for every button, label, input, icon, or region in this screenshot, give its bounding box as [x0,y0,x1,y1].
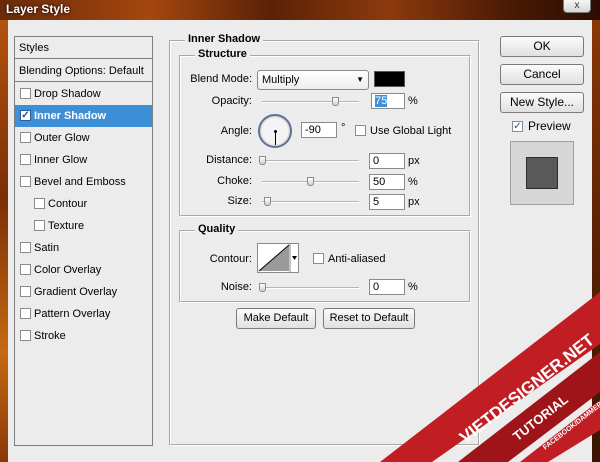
style-item-label: Outer Glow [34,132,90,144]
styles-header-label: Styles [19,42,49,54]
style-item-gradient-overlay[interactable]: Gradient Overlay [15,281,152,303]
style-item-checkbox[interactable] [34,220,45,231]
style-item-checkbox[interactable] [20,330,31,341]
anti-aliased-checkbox[interactable] [313,253,324,264]
opacity-label: Opacity: [211,95,252,107]
style-item-texture[interactable]: Texture [15,215,152,237]
opacity-slider-thumb[interactable] [332,97,339,106]
style-item-contour[interactable]: Contour [15,193,152,215]
window-title: Layer Style [6,2,71,16]
angle-input[interactable]: -90 [301,122,337,138]
watermark: VIETDESIGNER.NET TUTORIAL FACEBOOK/DAMME… [380,282,600,462]
use-global-light-label: Use Global Light [370,125,452,137]
contour-curve-icon [258,244,297,272]
angle-dial-needle [275,131,276,145]
style-item-checkbox[interactable] [20,286,31,297]
styles-header[interactable]: Styles [15,37,152,59]
opacity-value: 75 [375,95,388,107]
quality-title: Quality [195,223,239,235]
angle-dial[interactable] [258,114,292,148]
close-button[interactable]: x [563,0,591,13]
contour-label: Contour: [209,253,252,265]
style-item-label: Contour [48,198,88,210]
style-item-checkbox[interactable] [20,154,31,165]
choke-slider[interactable] [262,177,359,186]
shadow-color-swatch[interactable] [374,71,405,87]
style-item-stroke[interactable]: Stroke [15,325,152,347]
style-preview [510,141,574,205]
size-slider[interactable] [262,197,359,206]
distance-slider[interactable] [259,156,359,165]
style-item-label: Inner Glow [34,154,88,166]
style-item-checkbox[interactable] [20,242,31,253]
distance-unit: px [408,155,420,167]
distance-slider-thumb[interactable] [259,156,266,165]
choke-label: Choke: [217,175,252,187]
style-item-color-overlay[interactable]: Color Overlay [15,259,152,281]
distance-input[interactable]: 0 [369,153,405,169]
noise-slider-thumb[interactable] [259,283,266,292]
make-default-button[interactable]: Make Default [236,308,316,329]
size-unit: px [408,196,420,208]
angle-label: Angle: [220,125,252,137]
style-item-inner-glow[interactable]: Inner Glow [15,149,152,171]
style-item-checkbox[interactable] [34,198,45,209]
choke-unit: % [408,176,418,188]
anti-aliased-label: Anti-aliased [328,253,386,265]
style-item-label: Gradient Overlay [34,286,118,298]
opacity-input[interactable]: 75 [371,93,405,109]
noise-slider[interactable] [259,283,359,292]
style-item-checkbox[interactable] [20,264,31,275]
style-item-checkbox[interactable] [20,132,31,143]
size-label: Size: [227,195,252,207]
structure-title: Structure [195,48,250,60]
ok-button[interactable]: OK [500,36,584,57]
style-item-bevel-and-emboss[interactable]: Bevel and Emboss [15,171,152,193]
style-item-label: Inner Shadow [34,110,107,122]
style-item-label: Pattern Overlay [34,308,111,320]
use-global-light-checkbox[interactable] [355,125,366,136]
preview-checkbox[interactable]: ✓ [512,121,523,132]
preview-swatch [526,157,558,189]
blending-options-label: Blending Options: Default [19,65,144,77]
contour-picker[interactable] [257,243,299,273]
size-slider-thumb[interactable] [264,197,271,206]
style-item-label: Drop Shadow [34,88,101,100]
style-item-checkbox[interactable] [20,308,31,319]
opacity-unit: % [408,95,418,107]
style-item-satin[interactable]: Satin [15,237,152,259]
angle-dial-center [274,130,277,133]
style-item-checkbox[interactable] [20,88,31,99]
new-style-button[interactable]: New Style... [500,92,584,113]
blending-options-item[interactable]: Blending Options: Default [15,60,152,82]
chevron-down-icon: ▼ [356,75,364,84]
style-item-label: Bevel and Emboss [34,176,126,188]
style-item-label: Texture [48,220,85,232]
size-input[interactable]: 5 [369,194,405,210]
blend-mode-label: Blend Mode: [190,73,252,85]
style-item-label: Satin [34,242,60,254]
styles-list: Styles Blending Options: Default Drop Sh… [14,36,153,446]
style-item-inner-shadow[interactable]: ✓ Inner Shadow [15,105,152,127]
angle-unit: ° [341,122,346,134]
blend-mode-select[interactable]: Multiply ▼ [257,70,369,90]
preview-label: Preview [528,119,571,133]
style-item-outer-glow[interactable]: Outer Glow [15,127,152,149]
style-item-label: Stroke [34,330,66,342]
style-item-pattern-overlay[interactable]: Pattern Overlay [15,303,152,325]
choke-slider-thumb[interactable] [307,177,314,186]
opacity-slider[interactable] [262,97,359,106]
style-item-label: Color Overlay [34,264,102,276]
style-item-drop-shadow[interactable]: Drop Shadow [15,83,152,105]
noise-label: Noise: [220,281,252,293]
title-bar: Layer Style x [0,0,600,20]
blend-mode-value: Multiply [262,74,300,86]
panel-title: Inner Shadow [185,33,264,45]
choke-input[interactable]: 50 [369,174,405,190]
style-item-checkbox[interactable] [20,176,31,187]
style-item-checkbox[interactable]: ✓ [20,110,31,121]
cancel-button[interactable]: Cancel [500,64,584,85]
distance-label: Distance: [206,154,252,166]
window-frame-left [0,20,8,462]
